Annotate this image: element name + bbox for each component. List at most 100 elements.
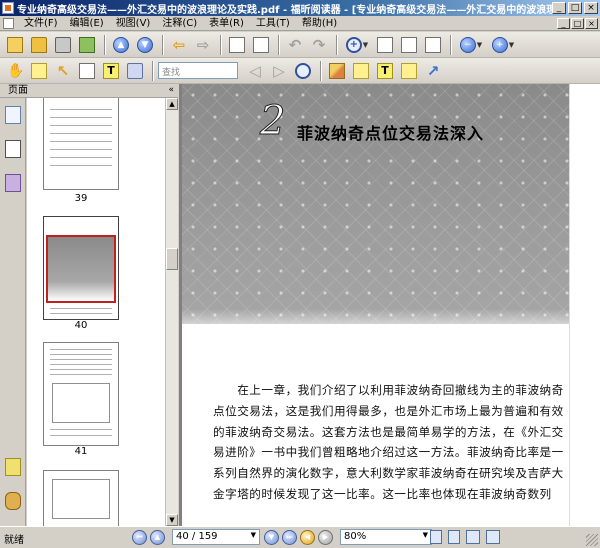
plus-icon: + xyxy=(491,36,508,53)
first-page-button[interactable]: ⏮ xyxy=(132,529,147,545)
resize-grip[interactable] xyxy=(586,534,598,546)
column-select-icon xyxy=(79,62,95,79)
copy-button[interactable] xyxy=(226,34,248,56)
page-number-field[interactable]: 40 / 159 ▼ xyxy=(172,529,260,545)
facing-icon[interactable] xyxy=(466,530,480,544)
last-page-button[interactable]: ⏭ xyxy=(282,529,297,545)
search-prev-button[interactable]: ◁ xyxy=(244,60,266,82)
undo-icon: ↶ xyxy=(288,35,302,54)
doc-close-button[interactable]: × xyxy=(585,17,598,29)
back-arrow-icon: ⇦ xyxy=(172,35,186,54)
menu-tools[interactable]: 工具(T) xyxy=(250,17,296,30)
tools-toolbar: ✋ ↖ T 查找 ◁ ▷ T ↗ xyxy=(0,58,600,84)
doc-minimize-button[interactable]: _ xyxy=(557,17,570,29)
select-text-icon xyxy=(31,62,47,79)
close-button[interactable]: × xyxy=(584,2,598,14)
page-thumbnail-40[interactable] xyxy=(43,216,119,320)
arrow-tool-button[interactable]: ↗ xyxy=(422,60,444,82)
copy-icon xyxy=(229,36,245,53)
thumbnail-scrollbar[interactable]: ▲ ▼ xyxy=(165,98,178,526)
menu-file[interactable]: 文件(F) xyxy=(18,17,64,30)
minus-icon: − xyxy=(459,36,476,53)
pages-icon[interactable] xyxy=(5,140,21,158)
attachments-icon[interactable] xyxy=(5,492,21,510)
go-back-button[interactable]: ◀ xyxy=(300,529,315,545)
typewriter-button[interactable]: T xyxy=(374,60,396,82)
toolbar-separator xyxy=(152,60,154,81)
pointer-button[interactable]: ↖ xyxy=(52,60,74,82)
bookmarks-icon[interactable] xyxy=(5,106,21,124)
menu-view[interactable]: 视图(V) xyxy=(110,17,157,30)
single-page-icon[interactable] xyxy=(430,530,442,544)
minimize-button[interactable]: _ xyxy=(552,2,566,14)
zoom-out-button[interactable]: − ▼ xyxy=(456,34,486,56)
menu-form[interactable]: 表单(R) xyxy=(203,17,250,30)
sticky-note-button[interactable] xyxy=(398,60,420,82)
column-select-button[interactable] xyxy=(76,60,98,82)
collapse-panel-button[interactable]: « xyxy=(168,84,174,97)
continuous-icon[interactable] xyxy=(448,530,460,544)
print-button[interactable] xyxy=(52,34,74,56)
layers-icon[interactable] xyxy=(5,174,21,192)
select-text-button[interactable] xyxy=(28,60,50,82)
prev-page-button[interactable]: ▲ xyxy=(150,529,165,545)
note-button[interactable] xyxy=(350,60,372,82)
fit-page-button[interactable] xyxy=(374,34,396,56)
toolbar-separator xyxy=(320,60,322,81)
text-line: 易进阶》一书中我们曾粗略地介绍过这一方法。菲波纳奇比率是一 xyxy=(213,445,564,460)
pointer-icon: ↖ xyxy=(56,61,70,80)
search-input[interactable]: 查找 xyxy=(158,62,238,79)
back-button[interactable]: ⇦ xyxy=(168,34,190,56)
go-forward-button[interactable]: ▶ xyxy=(318,529,333,545)
search-icon xyxy=(295,62,311,79)
page-label-40: 40 xyxy=(74,320,88,331)
fit-width-button[interactable] xyxy=(398,34,420,56)
pages-panel-header: 页面 « xyxy=(0,84,178,98)
menu-comment[interactable]: 注释(C) xyxy=(156,17,203,30)
printer-icon xyxy=(55,36,71,53)
search-next-button[interactable]: ▷ xyxy=(268,60,290,82)
redo-button[interactable]: ↷ xyxy=(308,34,330,56)
comments-icon[interactable] xyxy=(5,458,21,476)
text-line: 的菲波纳奇交易法。这套方法也是最简单易学的方法，在《外汇交 xyxy=(213,424,564,439)
open-button[interactable] xyxy=(28,34,50,56)
scroll-thumb[interactable] xyxy=(166,248,178,270)
paste-button[interactable] xyxy=(250,34,272,56)
page-thumbnail-42[interactable] xyxy=(43,470,119,526)
menu-help[interactable]: 帮助(H) xyxy=(296,17,343,30)
email-button[interactable] xyxy=(76,34,98,56)
toolbar-separator xyxy=(220,34,222,55)
page-thumbnail-41[interactable] xyxy=(43,342,119,446)
scroll-up-arrow[interactable]: ▲ xyxy=(166,98,178,110)
undo-button[interactable]: ↶ xyxy=(284,34,306,56)
chapter-number: 2 xyxy=(259,98,286,145)
status-bar: 就绪 ⏮ ▲ 40 / 159 ▼ ▼ ⏭ ◀ ▶ 80% ▼ xyxy=(0,526,600,548)
document-view[interactable]: 2 菲波纳奇点位交易法深入 在上一章，我们介绍了以利用菲波纳奇回撤线为主的菲波纳… xyxy=(179,84,600,526)
paste-icon xyxy=(253,36,269,53)
new-button[interactable] xyxy=(4,34,26,56)
hand-tool-button[interactable]: ✋ xyxy=(4,60,26,82)
zoom-in-button[interactable]: + ▼ xyxy=(488,34,518,56)
scroll-down-arrow[interactable]: ▼ xyxy=(166,514,178,526)
highlight-button[interactable] xyxy=(326,60,348,82)
highlighter-icon xyxy=(329,62,345,79)
rotate-button[interactable] xyxy=(422,34,444,56)
snapshot-button[interactable] xyxy=(124,60,146,82)
next-page-button[interactable]: ▼ xyxy=(134,34,156,56)
maximize-button[interactable]: □ xyxy=(568,2,582,14)
advanced-search-button[interactable] xyxy=(292,60,314,82)
next-page-status-button[interactable]: ▼ xyxy=(264,529,279,545)
zoom-tool-button[interactable]: + ▼ xyxy=(342,34,372,56)
arrow-icon: ↗ xyxy=(426,61,440,80)
page-thumbnail-39[interactable] xyxy=(43,98,119,190)
continuous-facing-icon[interactable] xyxy=(486,530,500,544)
text-select-button[interactable]: T xyxy=(100,60,122,82)
doc-restore-button[interactable]: □ xyxy=(571,17,584,29)
menu-edit[interactable]: 编辑(E) xyxy=(64,17,110,30)
document-icon[interactable] xyxy=(3,17,14,29)
chevron-down-icon: ▼ xyxy=(250,531,256,539)
zoom-field[interactable]: 80% ▼ xyxy=(340,529,432,545)
forward-button[interactable]: ⇨ xyxy=(192,34,214,56)
previous-page-button[interactable]: ▲ xyxy=(110,34,132,56)
document-scrollbar[interactable] xyxy=(569,84,600,526)
